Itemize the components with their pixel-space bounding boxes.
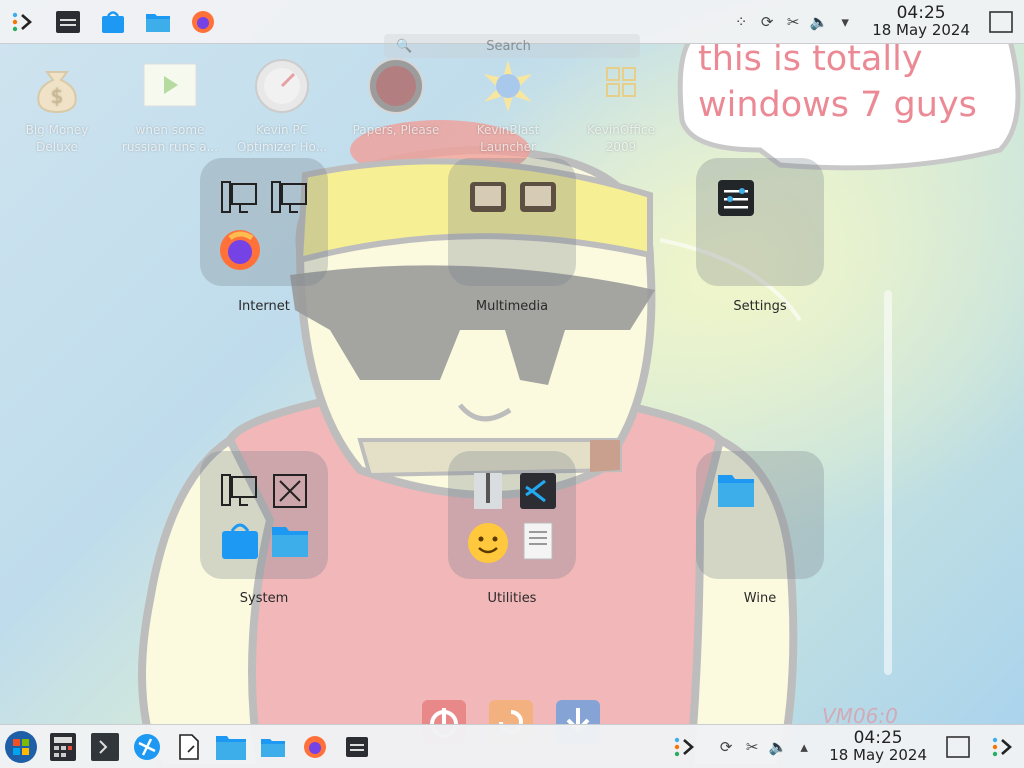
svg-text:$: $	[51, 84, 64, 108]
group-label-utilities: Utilities	[487, 591, 537, 606]
optimizer-icon	[254, 58, 310, 114]
desktop-icon-label: when some russian runs a...	[121, 123, 219, 154]
launcher-scrollbar[interactable]	[884, 290, 892, 675]
app-launcher-icon[interactable]	[668, 730, 702, 764]
papers-please-icon	[368, 58, 424, 114]
network-icon	[220, 178, 260, 218]
group-settings[interactable]	[696, 158, 824, 286]
desktop-icon-kevin-pc-optimizer[interactable]: Kevin PC Optimizer Ho...	[232, 58, 332, 156]
discover-icon[interactable]	[96, 5, 130, 39]
folder-icon[interactable]	[256, 730, 290, 764]
system-tray: ⁘ ⟳ ✂ 🔈 ▾	[728, 13, 858, 31]
system-monitor-icon[interactable]	[51, 5, 85, 39]
network-icon	[220, 471, 260, 511]
file-manager-icon[interactable]	[214, 730, 248, 764]
desktop-icon-video[interactable]: when some russian runs a...	[120, 58, 220, 156]
desktop-icon-label: Big Money Deluxe	[25, 123, 89, 154]
show-desktop-icon[interactable]	[941, 730, 975, 764]
desktop-icon-kevinblast[interactable]: KevinBlast Launcher	[458, 58, 558, 156]
group-multimedia[interactable]	[448, 158, 576, 286]
tray-expand-icon[interactable]: ▾	[832, 13, 858, 31]
folder-icon	[270, 521, 310, 561]
top-clock[interactable]: 04:25 18 May 2024	[872, 2, 970, 39]
kevinblast-icon	[480, 58, 536, 114]
updates-icon[interactable]: ⟳	[754, 13, 780, 31]
document-icon[interactable]	[172, 730, 206, 764]
firefox-icon[interactable]	[298, 730, 332, 764]
group-label-multimedia: Multimedia	[475, 299, 549, 314]
volume-icon[interactable]: 🔈	[765, 738, 791, 756]
archive-icon	[468, 471, 508, 511]
desktop-icon-label: KevinOffice 2009	[587, 123, 655, 154]
clock-time: 04:25	[896, 2, 946, 23]
vscode-icon	[518, 471, 558, 511]
clock-date: 18 May 2024	[829, 745, 927, 764]
video-file-icon	[142, 58, 198, 114]
group-internet[interactable]	[200, 158, 328, 286]
group-label-wine: Wine	[743, 591, 777, 606]
discover-icon	[220, 521, 260, 561]
app-launcher-icon[interactable]	[6, 5, 40, 39]
clock-time: 04:25	[853, 727, 903, 748]
task-manager-icon	[270, 471, 310, 511]
speech-bubble-text: this is totally windows 7 guys	[698, 39, 977, 125]
clipboard-icon[interactable]: ✂	[739, 738, 765, 756]
kde-connect-icon[interactable]: ⁘	[728, 13, 754, 31]
volume-icon[interactable]: 🔈	[806, 13, 832, 31]
file-manager-icon[interactable]	[141, 5, 175, 39]
firefox-icon	[218, 228, 260, 270]
clock-date: 18 May 2024	[872, 20, 970, 39]
text-editor-icon	[518, 521, 558, 561]
desktop-icon-big-money[interactable]: $ Big Money Deluxe	[7, 58, 107, 156]
bottom-panel: ⟳ ✂ 🔈 ▴ 04:25 18 May 2024	[0, 724, 1024, 768]
desktop-icon-label: KevinBlast Launcher	[476, 123, 540, 154]
search-label: Search	[486, 38, 531, 54]
bottom-clock[interactable]: 04:25 18 May 2024	[829, 727, 927, 764]
group-wine[interactable]	[696, 451, 824, 579]
desktop-icon-label: Papers, Please	[352, 123, 440, 137]
browser-icon[interactable]	[130, 730, 164, 764]
kevinoffice-icon	[593, 58, 649, 114]
media-player-icon	[518, 178, 558, 218]
desktop-icon-kevinoffice[interactable]: KevinOffice 2009	[571, 58, 671, 156]
settings-icon	[716, 178, 756, 218]
calculator-icon[interactable]	[46, 730, 80, 764]
emoji-picker-icon	[466, 521, 508, 563]
clipboard-icon[interactable]: ✂	[780, 13, 806, 31]
desktop-icon-label: Kevin PC Optimizer Ho...	[236, 123, 328, 154]
group-label-internet: Internet	[238, 299, 290, 314]
show-desktop-icon[interactable]	[984, 5, 1018, 39]
group-label-settings: Settings	[733, 299, 787, 314]
search-field[interactable]: 🔍 Search	[384, 34, 640, 58]
updates-icon[interactable]: ⟳	[713, 738, 739, 756]
system-monitor-icon[interactable]	[340, 730, 374, 764]
money-bag-icon: $	[29, 58, 85, 114]
group-label-system: System	[239, 591, 289, 606]
firefox-icon[interactable]	[186, 5, 220, 39]
network-icon	[270, 178, 310, 218]
system-tray: ⟳ ✂ 🔈 ▴	[713, 738, 817, 756]
app-launcher-icon[interactable]	[986, 730, 1020, 764]
terminal-icon[interactable]	[88, 730, 122, 764]
desktop-icon-papers-please[interactable]: Papers, Please	[346, 58, 446, 139]
group-system[interactable]	[200, 451, 328, 579]
tray-expand-icon[interactable]: ▴	[791, 738, 817, 756]
start-orb-icon[interactable]	[4, 730, 38, 764]
folder-icon	[716, 471, 756, 511]
search-icon: 🔍	[396, 38, 413, 54]
group-utilities[interactable]	[448, 451, 576, 579]
media-player-icon	[468, 178, 508, 218]
